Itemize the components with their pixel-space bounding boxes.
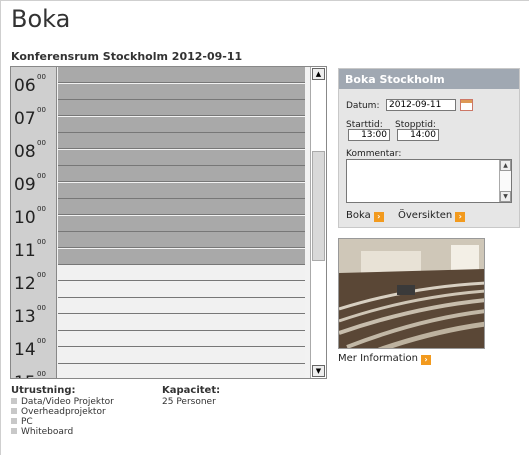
hour-row-10: 10 00 — [11, 199, 57, 233]
equipment-section: Utrustning: Data/Video Projektor Overhead… — [11, 385, 114, 437]
book-link-label: Boka — [346, 210, 371, 221]
comment-scroll-up[interactable]: ▲ — [500, 160, 511, 171]
hour-label: 12 — [14, 274, 36, 294]
free-slot[interactable] — [58, 347, 305, 364]
arrow-right-icon: › — [373, 212, 384, 222]
minute-label: 00 — [37, 106, 46, 114]
booked-slot[interactable] — [58, 149, 305, 166]
free-slot[interactable] — [58, 314, 305, 331]
free-slot[interactable] — [58, 298, 305, 314]
scroll-thumb[interactable] — [312, 151, 325, 261]
hour-label: 06 — [14, 76, 36, 96]
hour-row-07: 07 00 — [11, 100, 57, 134]
hour-column: 0600070008000900100011001200130014001500 — [11, 67, 57, 378]
calendar-scrollbar[interactable]: ▲ ▼ — [310, 67, 326, 378]
free-slot[interactable] — [58, 331, 305, 347]
comment-scroll-down[interactable]: ▼ — [500, 191, 511, 202]
square-bullet-icon — [11, 428, 17, 434]
booked-slot[interactable] — [58, 166, 305, 182]
scroll-up-button[interactable]: ▲ — [312, 68, 325, 80]
time-slots — [58, 67, 305, 378]
square-bullet-icon — [11, 408, 17, 414]
calendar-picker-icon[interactable] — [460, 99, 473, 111]
booked-slot[interactable] — [58, 232, 305, 248]
scroll-down-button[interactable]: ▼ — [312, 365, 325, 377]
equipment-item: PC — [11, 417, 114, 427]
hour-label: 15 — [14, 373, 36, 378]
free-slot[interactable] — [58, 281, 305, 298]
more-information-label: Mer Information — [338, 353, 418, 364]
hour-row-13: 13 00 — [11, 298, 57, 332]
booked-slot[interactable] — [58, 199, 305, 215]
hour-row-06: 06 00 — [11, 67, 57, 101]
overview-link[interactable]: Översikten › — [398, 210, 466, 222]
room-photo — [338, 238, 485, 349]
hour-row-15: 1500 — [11, 364, 57, 378]
hour-label: 10 — [14, 208, 36, 228]
minute-label: 00 — [37, 172, 46, 180]
minute-label: 00 — [37, 304, 46, 312]
hour-label: 08 — [14, 142, 36, 162]
date-label: Datum: — [346, 101, 380, 111]
more-information-link[interactable]: Mer Information › — [338, 353, 431, 365]
equipment-item-label: PC — [21, 417, 33, 427]
book-link[interactable]: Boka › — [346, 210, 384, 222]
booking-panel: Boka Stockholm Datum: 2012-09-11 Startti… — [338, 68, 520, 228]
minute-label: 00 — [37, 238, 46, 246]
booked-slot[interactable] — [58, 215, 305, 232]
hour-row-11: 11 00 — [11, 232, 57, 266]
room-date-subtitle: Konferensrum Stockholm 2012-09-11 — [11, 50, 243, 63]
comment-scrollbar[interactable]: ▲ ▼ — [499, 160, 511, 202]
square-bullet-icon — [11, 418, 17, 424]
hour-label: 07 — [14, 109, 36, 129]
stop-time-field[interactable]: 14:00 — [397, 129, 439, 141]
equipment-item: Whiteboard — [11, 427, 114, 437]
arrow-right-icon: › — [420, 355, 431, 365]
hour-label: 11 — [14, 241, 36, 261]
booked-slot[interactable] — [58, 248, 305, 265]
equipment-item-label: Whiteboard — [21, 427, 74, 437]
free-slot[interactable] — [58, 364, 305, 378]
comment-textarea[interactable]: ▲ ▼ — [346, 159, 512, 203]
booking-panel-title: Boka Stockholm — [339, 69, 519, 89]
minute-label: 00 — [37, 73, 46, 81]
hour-row-09: 09 00 — [11, 166, 57, 200]
hour-label: 09 — [14, 175, 36, 195]
equipment-item: Overheadprojektor — [11, 407, 114, 417]
minute-label: 00 — [37, 337, 46, 345]
equipment-list: Data/Video Projektor Overheadprojektor PC W… — [11, 397, 114, 437]
booked-slot[interactable] — [58, 116, 305, 133]
equipment-title: Utrustning: — [11, 385, 76, 396]
booked-slot[interactable] — [58, 133, 305, 149]
equipment-item-label: Data/Video Projektor — [21, 397, 114, 407]
hour-label: 13 — [14, 307, 36, 327]
minute-label: 00 — [37, 139, 46, 147]
page-title: Boka — [11, 5, 71, 33]
minute-label: 00 — [37, 271, 46, 279]
hour-row-08: 08 00 — [11, 133, 57, 167]
booked-slot[interactable] — [58, 182, 305, 199]
day-calendar: 0600070008000900100011001200130014001500… — [10, 66, 327, 379]
arrow-right-icon: › — [455, 212, 466, 222]
equipment-item: Data/Video Projektor — [11, 397, 114, 407]
capacity-section: Kapacitet: 25 Personer — [162, 385, 220, 407]
capacity-value: 25 Personer — [162, 397, 216, 407]
capacity-title: Kapacitet: — [162, 385, 221, 396]
minute-label: 00 — [37, 370, 46, 378]
overview-link-label: Översikten — [398, 210, 453, 221]
booked-slot[interactable] — [58, 67, 305, 83]
free-slot[interactable] — [58, 265, 305, 281]
start-time-field[interactable]: 13:00 — [348, 129, 390, 141]
square-bullet-icon — [11, 398, 17, 404]
hour-label: 14 — [14, 340, 36, 360]
hour-row-12: 12 00 — [11, 265, 57, 299]
date-field[interactable]: 2012-09-11 — [386, 99, 456, 111]
hour-row-14: 14 00 — [11, 331, 57, 365]
comment-label: Kommentar: — [346, 149, 402, 159]
booked-slot[interactable] — [58, 83, 305, 100]
booked-slot[interactable] — [58, 100, 305, 116]
minute-label: 00 — [37, 205, 46, 213]
equipment-item-label: Overheadprojektor — [21, 407, 106, 417]
